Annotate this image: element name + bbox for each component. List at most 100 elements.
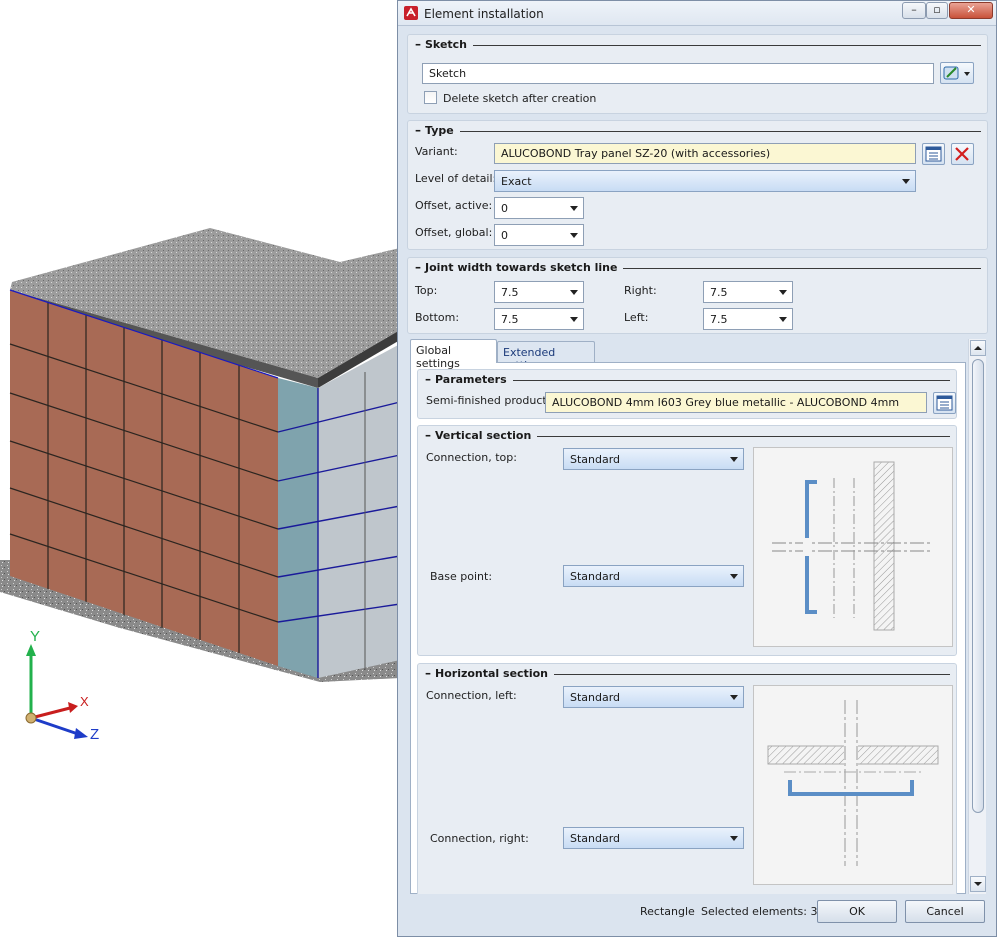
sketch-section: – Sketch Sketch Delete sketch after crea… <box>407 34 988 114</box>
delete-icon <box>955 147 969 161</box>
x-axis-label: X <box>80 694 89 709</box>
horizontal-section-diagram <box>753 685 953 885</box>
catalog-icon <box>936 395 953 411</box>
chevron-down-icon <box>570 317 578 322</box>
variant-clear-button[interactable] <box>951 143 974 165</box>
semi-finished-field[interactable]: ALUCOBOND 4mm I603 Grey blue metallic - … <box>545 392 927 413</box>
app-icon <box>404 6 418 20</box>
cancel-button[interactable]: Cancel <box>905 900 985 923</box>
base-point-label: Base point: <box>430 570 493 583</box>
chevron-down-icon <box>974 882 982 886</box>
joint-top-value: 7.5 <box>501 286 519 299</box>
scroll-up-button[interactable] <box>970 340 986 356</box>
parameters-section-title: Parameters <box>435 373 513 386</box>
dialog-title: Element installation <box>424 7 544 21</box>
vertical-section: – Vertical section Connection, top: Stan… <box>417 425 957 656</box>
vertical-section-drawing <box>772 461 932 631</box>
horizontal-section-title: Horizontal section <box>435 667 554 680</box>
connection-left-label: Connection, left: <box>426 689 517 702</box>
dialog-footer: Rectangle Selected elements: 32 OK Cance… <box>402 894 992 928</box>
z-axis-label: Z <box>90 726 100 743</box>
scroll-thumb[interactable] <box>972 359 984 813</box>
joint-left-label: Left: <box>624 311 649 324</box>
joint-bottom-value: 7.5 <box>501 313 519 326</box>
chevron-down-icon <box>779 290 787 295</box>
vertical-section-diagram <box>753 447 953 647</box>
global-settings-panel: – Parameters Semi-finished product: ALUC… <box>410 362 966 903</box>
horizontal-section-drawing <box>767 700 939 866</box>
connection-top-dropdown[interactable]: Standard <box>563 448 744 470</box>
joint-bottom-label: Bottom: <box>415 311 460 324</box>
connection-left-value: Standard <box>570 691 621 704</box>
dialog-titlebar[interactable]: Element installation – ▫ ✕ <box>398 1 996 26</box>
chevron-up-icon <box>974 346 982 350</box>
chevron-down-icon <box>570 233 578 238</box>
minimize-button[interactable]: – <box>902 2 926 19</box>
axis-triad <box>25 644 88 739</box>
type-section-title: Type <box>425 124 460 137</box>
mode-status: Rectangle <box>640 905 695 918</box>
y-axis-label: Y <box>30 628 41 645</box>
offset-global-label: Offset, global: <box>415 226 493 239</box>
tab-global-settings[interactable]: Global settings <box>410 339 497 370</box>
sketch-input[interactable]: Sketch <box>422 63 934 84</box>
type-section: – Type Variant: ALUCOBOND Tray panel SZ-… <box>407 120 988 250</box>
delete-sketch-checkbox[interactable] <box>424 91 437 104</box>
joint-top-dropdown[interactable]: 7.5 <box>494 281 584 303</box>
semi-finished-label: Semi-finished product: <box>426 394 551 407</box>
joint-left-dropdown[interactable]: 7.5 <box>703 308 793 330</box>
offset-active-dropdown[interactable]: 0 <box>494 197 584 219</box>
chevron-down-icon <box>730 836 738 841</box>
joint-width-section: – Joint width towards sketch line Top: 7… <box>407 257 988 334</box>
close-button[interactable]: ✕ <box>949 2 993 19</box>
delete-sketch-label: Delete sketch after creation <box>443 92 597 105</box>
ok-button[interactable]: OK <box>817 900 897 923</box>
chevron-down-icon <box>902 179 910 184</box>
vertical-scrollbar[interactable] <box>968 339 986 894</box>
joint-left-value: 7.5 <box>710 313 728 326</box>
sketch-picker-button[interactable] <box>940 62 974 84</box>
connection-top-value: Standard <box>570 453 621 466</box>
collapse-icon[interactable]: – <box>415 123 421 137</box>
chevron-down-icon <box>570 206 578 211</box>
connection-left-dropdown[interactable]: Standard <box>563 686 744 708</box>
joint-right-dropdown[interactable]: 7.5 <box>703 281 793 303</box>
joint-right-label: Right: <box>624 284 657 297</box>
collapse-icon[interactable]: – <box>425 666 431 680</box>
offset-global-value: 0 <box>501 229 508 242</box>
collapse-icon[interactable]: – <box>425 428 431 442</box>
offset-global-dropdown[interactable]: 0 <box>494 224 584 246</box>
grey-facade <box>318 344 400 678</box>
collapse-icon[interactable]: – <box>415 260 421 274</box>
horizontal-section: – Horizontal section Connection, left: S… <box>417 663 957 903</box>
sketch-pencil-icon <box>943 66 970 80</box>
scroll-down-button[interactable] <box>970 876 986 892</box>
chevron-down-icon <box>779 317 787 322</box>
connection-right-value: Standard <box>570 832 621 845</box>
variant-field[interactable]: ALUCOBOND Tray panel SZ-20 (with accesso… <box>494 143 916 164</box>
catalog-icon <box>925 146 942 162</box>
connection-right-dropdown[interactable]: Standard <box>563 827 744 849</box>
connection-top-label: Connection, top: <box>426 451 517 464</box>
base-point-value: Standard <box>570 570 621 583</box>
joint-bottom-dropdown[interactable]: 7.5 <box>494 308 584 330</box>
element-installation-dialog: Element installation – ▫ ✕ – Sketch Sket… <box>397 0 997 937</box>
collapse-icon[interactable]: – <box>415 37 421 51</box>
variant-catalog-button[interactable] <box>922 143 945 165</box>
level-of-detail-dropdown[interactable]: Exact <box>494 170 916 192</box>
tab-extended-settings[interactable]: Extended settings <box>497 341 595 372</box>
chevron-down-icon <box>730 695 738 700</box>
connection-right-label: Connection, right: <box>430 832 529 845</box>
sketch-section-title: Sketch <box>425 38 474 51</box>
variant-label: Variant: <box>415 145 458 158</box>
dialog-content: – Sketch Sketch Delete sketch after crea… <box>402 28 992 903</box>
base-point-dropdown[interactable]: Standard <box>563 565 744 587</box>
semi-finished-catalog-button[interactable] <box>933 392 956 414</box>
chevron-down-icon <box>730 457 738 462</box>
offset-active-label: Offset, active: <box>415 199 493 212</box>
collapse-icon[interactable]: – <box>425 372 431 386</box>
joint-top-label: Top: <box>415 284 438 297</box>
maximize-button[interactable]: ▫ <box>926 2 948 19</box>
settings-tabs: Global settings Extended settings <box>410 339 966 372</box>
joint-right-value: 7.5 <box>710 286 728 299</box>
